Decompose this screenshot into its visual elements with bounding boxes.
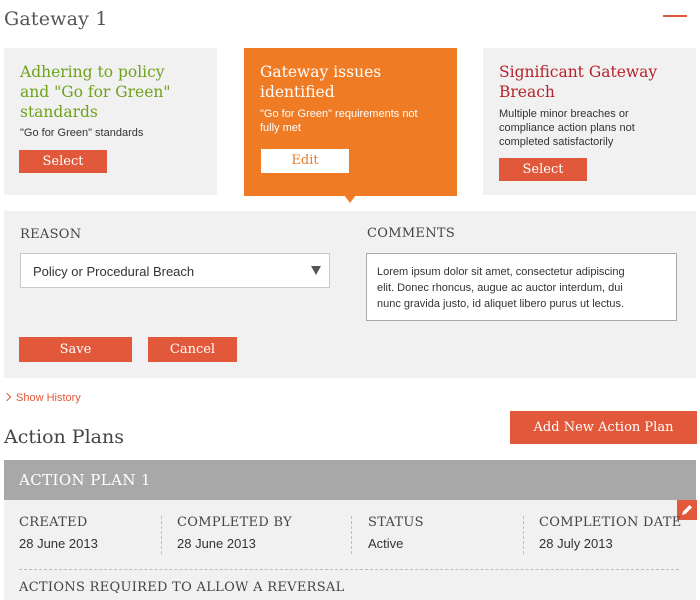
status-label: STATUS [368,515,424,530]
comments-label: COMMENTS [367,226,456,241]
completed-by-label: COMPLETED BY [177,515,293,530]
created-column: CREATED 28 June 2013 [19,515,98,551]
option-card-issues: Gateway issues identified "Go for Green"… [244,48,457,196]
option-card-breach: Significant Gateway Breach Multiple mino… [483,48,696,195]
action-plan-header[interactable]: ACTION PLAN 1 [4,460,696,500]
reason-select[interactable]: Policy or Procedural Breach [20,253,330,288]
cancel-button[interactable]: Cancel [148,337,237,362]
completion-date-value: 28 July 2013 [539,536,613,551]
reason-value: Policy or Procedural Breach [33,264,195,279]
status-column: STATUS Active [368,515,424,551]
card-description: Multiple minor breaches or compliance ac… [499,108,635,148]
completion-date-column: COMPLETION DATE 28 July 2013 [539,515,682,551]
column-divider [161,516,162,554]
card-title: Significant Gateway Breach [499,63,658,101]
card-description: "Go for Green" requirements not fully me… [260,108,418,134]
created-label: CREATED [19,515,88,530]
option-card-adhering: Adhering to policy and "Go for Green" st… [4,48,217,195]
save-button[interactable]: Save [19,337,132,362]
card-title: Adhering to policy and "Go for Green" st… [20,63,171,121]
chevron-right-icon [2,392,12,402]
selected-indicator [344,195,356,203]
caret-down-icon [311,266,321,275]
select-button[interactable]: Select [19,150,107,173]
edit-button[interactable]: Edit [261,149,349,173]
status-value: Active [368,536,404,551]
column-divider [523,516,524,554]
show-history-link[interactable]: Show History [2,392,81,404]
completed-by-value: 28 June 2013 [177,536,256,551]
completion-date-label: COMPLETION DATE [539,515,682,530]
action-plans-title: Action Plans [4,426,124,448]
created-value: 28 June 2013 [19,536,98,551]
comments-textarea[interactable]: Lorem ipsum dolor sit amet, consectetur … [366,253,677,321]
card-description: "Go for Green" standards [20,127,144,139]
reason-label: REASON [20,227,82,242]
add-action-plan-button[interactable]: Add New Action Plan [510,411,697,444]
minus-icon[interactable] [663,15,687,17]
column-divider [351,516,352,554]
section-divider [19,569,679,570]
actions-required-title: ACTIONS REQUIRED TO ALLOW A REVERSAL [19,580,345,595]
card-title: Gateway issues identified [260,63,382,101]
show-history-label: Show History [16,392,81,404]
completed-by-column: COMPLETED BY 28 June 2013 [177,515,292,551]
page-title: Gateway 1 [4,8,108,30]
action-plan-title: ACTION PLAN 1 [19,471,151,489]
select-button[interactable]: Select [499,158,587,181]
